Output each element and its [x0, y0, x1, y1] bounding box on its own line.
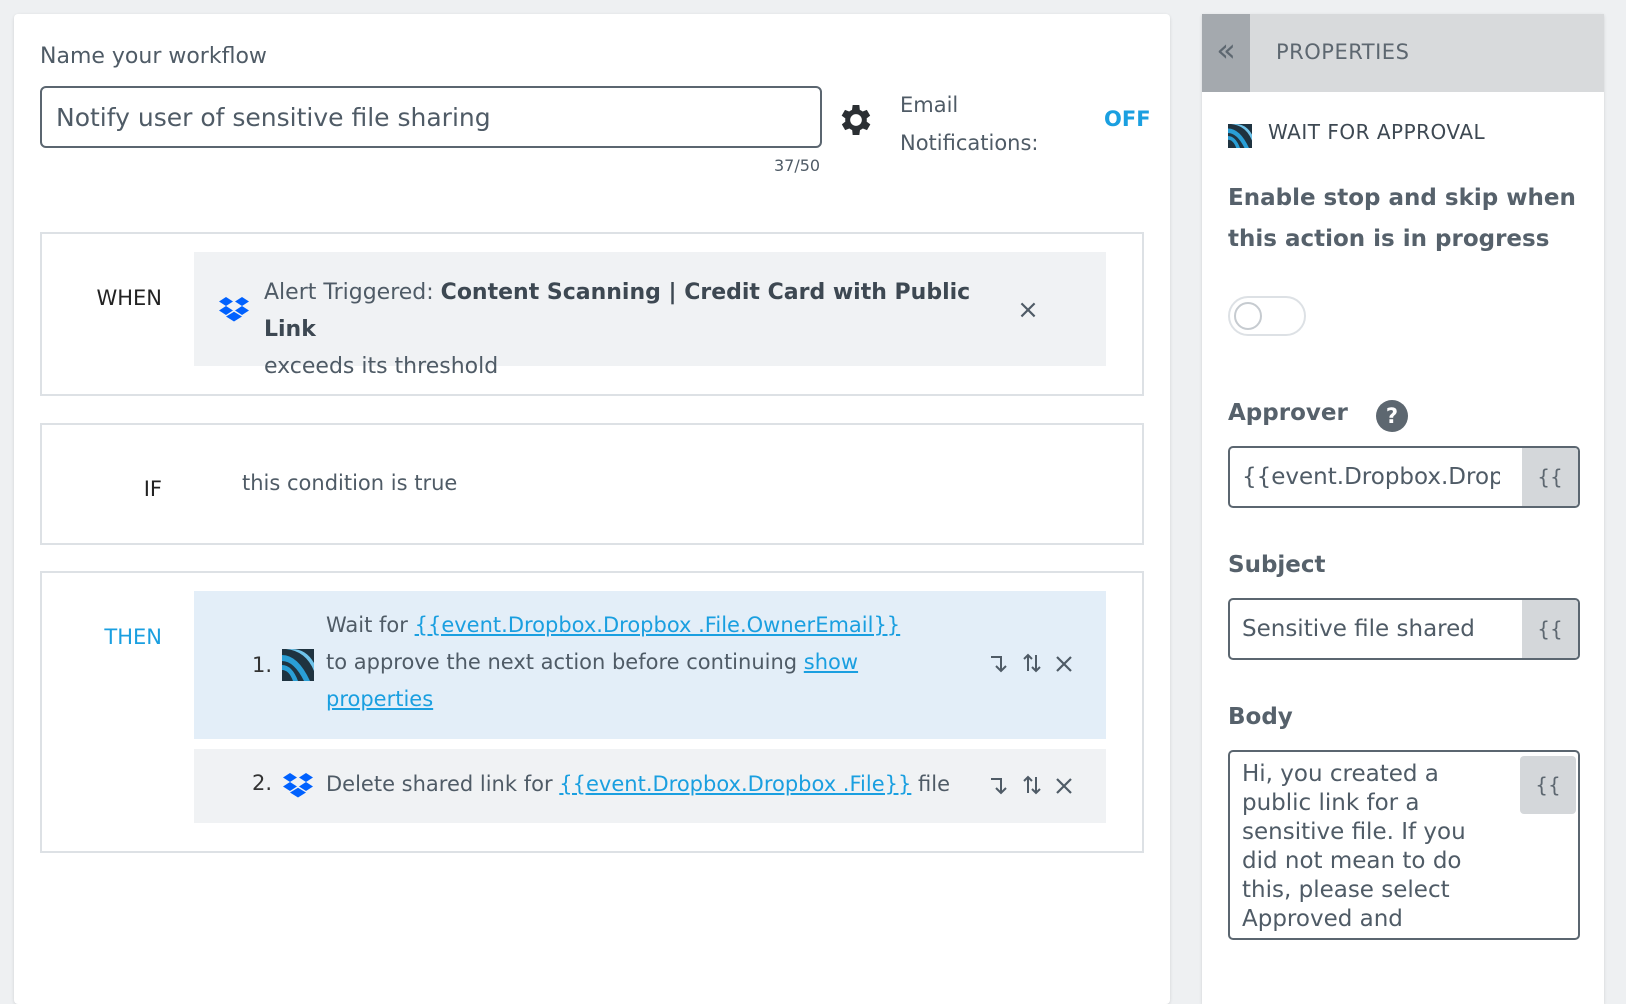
- workflow-name-input[interactable]: [40, 86, 822, 148]
- insert-variable-button[interactable]: {{: [1520, 756, 1576, 814]
- step-number: 2.: [252, 771, 273, 795]
- action-step-2[interactable]: 2. Delete shared link for {{event.Dropbo…: [194, 749, 1106, 823]
- move-down-icon[interactable]: [988, 771, 1012, 799]
- approver-input[interactable]: [1230, 448, 1512, 506]
- stop-skip-toggle[interactable]: [1228, 296, 1306, 336]
- approver-variable-link[interactable]: {{event.Dropbox.Dropbox .File.OwnerEmail…: [415, 613, 901, 637]
- workflow-panel: Name your workflow 37/50 Email Notificat…: [14, 14, 1170, 1004]
- properties-header: « PROPERTIES: [1202, 14, 1604, 92]
- workflow-name-label: Name your workflow: [40, 44, 267, 69]
- if-section: IF this condition is true: [40, 423, 1144, 545]
- trigger-card[interactable]: Alert Triggered: Content Scanning | Cred…: [194, 252, 1106, 379]
- properties-title: PROPERTIES: [1276, 40, 1410, 64]
- close-icon[interactable]: ×: [1014, 296, 1042, 324]
- then-section: THEN 1. Wait for {{event.Dropbox.Dropbox…: [40, 571, 1144, 853]
- move-down-icon[interactable]: [988, 649, 1012, 677]
- step-actions: [988, 649, 1076, 677]
- if-label: IF: [143, 477, 162, 501]
- file-variable-link[interactable]: {{event.Dropbox.Dropbox .File}}: [559, 772, 911, 796]
- body-textarea[interactable]: Hi, you created a public link for a sens…: [1230, 752, 1512, 938]
- char-count: 37/50: [774, 156, 821, 175]
- approval-icon: [1228, 124, 1252, 148]
- reorder-icon[interactable]: [1020, 771, 1044, 799]
- approver-field: {{: [1228, 446, 1580, 508]
- email-notifications-toggle[interactable]: OFF: [1104, 107, 1151, 131]
- action-step-1[interactable]: 1. Wait for {{event.Dropbox.Dropbox .Fil…: [194, 591, 1106, 739]
- chevron-double-left-icon[interactable]: «: [1202, 14, 1250, 92]
- subject-label: Subject: [1228, 552, 1326, 578]
- body-label: Body: [1228, 704, 1293, 730]
- step-description: Delete shared link for {{event.Dropbox.D…: [326, 772, 951, 796]
- email-notifications-label: Email Notifications:: [900, 93, 1039, 155]
- enable-stop-skip-label: Enable stop and skip when this action is…: [1228, 185, 1576, 252]
- body-field: Hi, you created a public link for a sens…: [1228, 750, 1580, 940]
- properties-panel: « PROPERTIES WAIT FOR APPROVAL Enable st…: [1202, 14, 1604, 1004]
- subject-field: {{: [1228, 598, 1580, 660]
- insert-variable-button[interactable]: {{: [1522, 600, 1578, 658]
- close-icon[interactable]: [1052, 649, 1076, 677]
- dropbox-icon: [283, 773, 313, 798]
- then-label: THEN: [104, 625, 162, 649]
- step-description: Wait for {{event.Dropbox.Dropbox .File.O…: [326, 613, 901, 711]
- step-number: 1.: [252, 653, 273, 677]
- toggle-knob: [1234, 302, 1262, 330]
- approver-label: Approver: [1228, 400, 1348, 426]
- dropbox-icon: [219, 297, 249, 322]
- trigger-description: Alert Triggered: Content Scanning | Cred…: [264, 280, 971, 379]
- insert-variable-button[interactable]: {{: [1522, 448, 1578, 506]
- close-icon[interactable]: [1052, 771, 1076, 799]
- reorder-icon[interactable]: [1020, 649, 1044, 677]
- help-icon[interactable]: ?: [1376, 400, 1408, 432]
- gear-icon[interactable]: [836, 100, 876, 140]
- action-title: WAIT FOR APPROVAL: [1268, 120, 1486, 144]
- when-label: WHEN: [96, 286, 162, 310]
- condition-text[interactable]: this condition is true: [242, 471, 457, 495]
- when-section: WHEN Alert Triggered: Content Scanning |…: [40, 232, 1144, 396]
- subject-input[interactable]: [1230, 600, 1512, 658]
- approval-icon: [282, 649, 314, 681]
- step-actions: [988, 771, 1076, 799]
